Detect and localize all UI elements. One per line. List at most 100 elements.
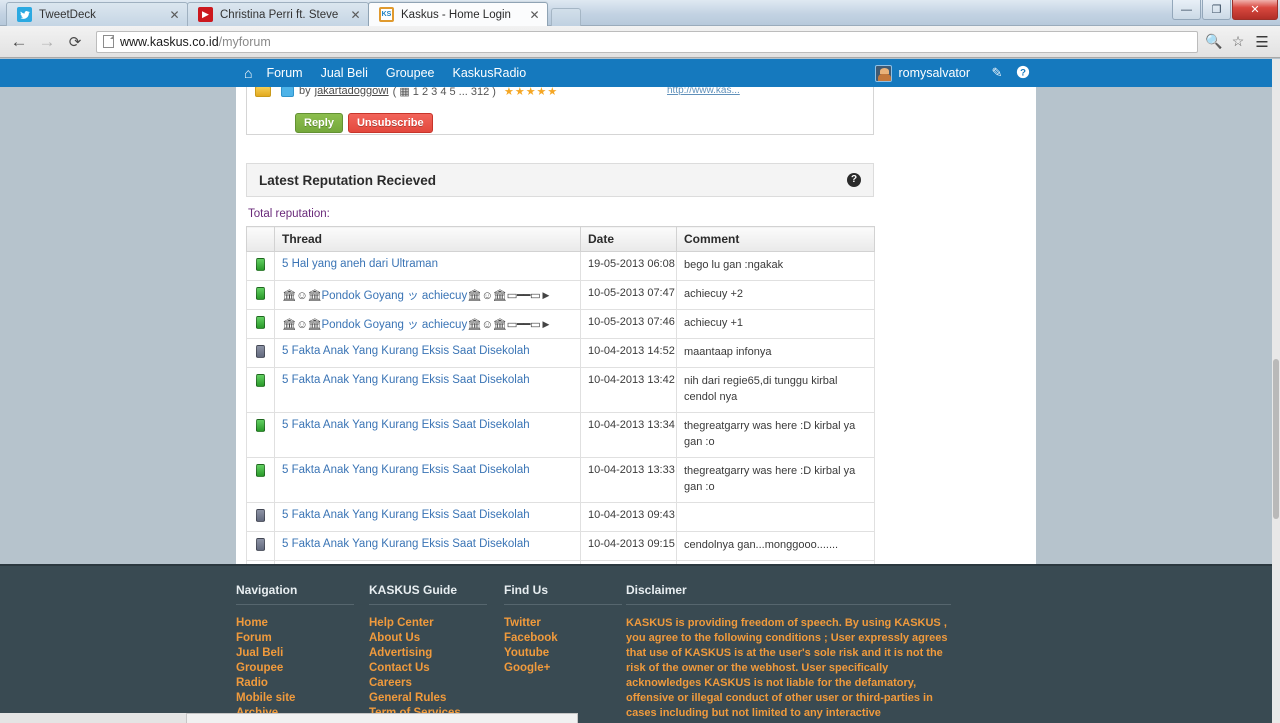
browser-tab-tweetdeck[interactable]: TweetDeck ✕	[6, 2, 188, 26]
nav-item-groupee[interactable]: Groupee	[386, 66, 435, 80]
date-cell: 10-04-2013 13:33	[580, 456, 677, 503]
footer-link-general-rules[interactable]: General Rules	[369, 691, 494, 706]
reputation-table: Thread Date Comment 5 Hal yang aneh dari…	[246, 226, 875, 590]
divider	[369, 604, 487, 605]
edit-pencil-icon[interactable]: ✎	[984, 65, 1010, 81]
divider	[236, 604, 354, 605]
thread-link[interactable]: 5 Fakta Anak Yang Kurang Eksis Saat Dise…	[282, 374, 530, 386]
thread-link[interactable]: 5 Fakta Anak Yang Kurang Eksis Saat Dise…	[282, 538, 530, 550]
thread-author-link[interactable]: jakartadoggowi	[315, 87, 389, 97]
page-info-icon[interactable]	[103, 35, 114, 48]
reputation-panel-header: Latest Reputation Recieved ?	[246, 163, 874, 197]
reload-button[interactable]: ⟳	[62, 29, 88, 55]
footer-link-about-us[interactable]: About Us	[369, 631, 494, 646]
footer-link-youtube[interactable]: Youtube	[504, 646, 616, 661]
site-navbar-inner: ⌂ Forum Jual Beli Groupee KaskusRadio ro…	[236, 59, 1036, 87]
close-icon[interactable]: ✕	[168, 8, 181, 21]
url-host: www.kaskus.co.id	[120, 34, 219, 49]
star-rating-icon: ★★★★★	[503, 87, 559, 98]
footer-heading-kaskus-guide: KASKUS Guide	[369, 583, 458, 597]
nav-item-kaskusradio[interactable]: KaskusRadio	[453, 66, 527, 80]
thread-external-link[interactable]: http://www.kas...	[667, 87, 740, 96]
new-tab-button[interactable]	[551, 8, 581, 26]
thread-by-label: by	[299, 87, 311, 97]
comment-cell: thegreatgarry was here :D kirbal ya gan …	[676, 456, 875, 503]
tab-title: Christina Perri ft. Steve Ka	[220, 8, 339, 21]
reputation-status-cell	[246, 309, 275, 339]
browser-tab-kaskus[interactable]: KS Kaskus - Home Login ✕	[368, 2, 548, 26]
avatar[interactable]	[875, 64, 893, 82]
reputation-gray-icon	[256, 537, 265, 551]
footer-link-contact-us[interactable]: Contact Us	[369, 661, 494, 676]
date-cell: 10-04-2013 13:34	[580, 411, 677, 458]
maximize-button[interactable]: ❐	[1202, 0, 1231, 20]
reply-button[interactable]: Reply	[295, 113, 343, 133]
footer-link-radio[interactable]: Radio	[236, 676, 359, 691]
browser-menu-icon[interactable]: ☰	[1250, 30, 1274, 54]
footer-link-twitter[interactable]: Twitter	[504, 616, 616, 631]
comment-cell: achiecuy +2	[676, 280, 875, 310]
comment-cell: nih dari regie65,di tunggu kirbal cendol…	[676, 367, 875, 413]
footer-link-help-center[interactable]: Help Center	[369, 616, 494, 631]
divider	[504, 604, 622, 605]
back-button[interactable]: ←	[6, 29, 32, 55]
thread-link[interactable]: 5 Fakta Anak Yang Kurang Eksis Saat Dise…	[282, 345, 530, 357]
thread-link[interactable]: 5 Hal yang aneh dari Ultraman	[282, 258, 438, 270]
nav-item-jual-beli[interactable]: Jual Beli	[321, 66, 368, 80]
date-cell: 10-05-2013 07:47	[580, 280, 677, 310]
thread-link[interactable]: 5 Fakta Anak Yang Kurang Eksis Saat Dise…	[282, 509, 530, 521]
vertical-scrollbar[interactable]	[1272, 59, 1280, 723]
help-icon[interactable]: ?	[1010, 65, 1036, 82]
search-icon[interactable]: 🔍	[1202, 30, 1226, 54]
column-header-comment: Comment	[676, 226, 875, 252]
thread-link[interactable]: Pondok Goyang ッ achiecuy	[321, 290, 467, 302]
footer-link-google-plus[interactable]: Google+	[504, 661, 616, 676]
navbar-user-area: romysalvator ✎ ?	[875, 64, 1036, 82]
bookmark-star-icon[interactable]: ☆	[1226, 30, 1250, 54]
panel-title: Latest Reputation Recieved	[259, 172, 437, 188]
reputation-table-body: 5 Hal yang aneh dari Ultraman 19-05-2013…	[246, 251, 875, 590]
comment-cell: cendolnya gan...monggooo.......	[676, 530, 875, 561]
footer-link-facebook[interactable]: Facebook	[504, 631, 616, 646]
table-header-row: Thread Date Comment	[246, 226, 875, 252]
date-cell: 10-04-2013 14:52	[580, 338, 677, 368]
thread-link[interactable]: Pondok Goyang ッ achiecuy	[321, 319, 467, 331]
thread-cell: 5 Fakta Anak Yang Kurang Eksis Saat Dise…	[274, 367, 581, 413]
reputation-gray-icon	[256, 345, 265, 358]
footer-link-advertising[interactable]: Advertising	[369, 646, 494, 661]
nav-item-forum[interactable]: Forum	[266, 66, 302, 80]
thread-link[interactable]: 5 Fakta Anak Yang Kurang Eksis Saat Dise…	[282, 419, 530, 431]
footer-link-home[interactable]: Home	[236, 616, 359, 631]
close-window-button[interactable]: ✕	[1232, 0, 1278, 20]
tab-title: TweetDeck	[39, 8, 96, 21]
unsubscribe-button[interactable]: Unsubscribe	[347, 113, 433, 133]
help-icon[interactable]: ?	[847, 173, 861, 187]
table-row: 5 Fakta Anak Yang Kurang Eksis Saat Dise…	[246, 338, 875, 368]
footer-link-forum[interactable]: Forum	[236, 631, 359, 646]
close-icon[interactable]: ✕	[349, 8, 362, 21]
close-icon[interactable]: ✕	[528, 8, 541, 21]
footer-column-kaskus-guide: KASKUS Guide Help Center About Us Advert…	[369, 583, 504, 723]
footer-link-mobile-site[interactable]: Mobile site	[236, 691, 359, 706]
table-row: 5 Fakta Anak Yang Kurang Eksis Saat Dise…	[246, 501, 875, 532]
column-header-date: Date	[580, 226, 677, 252]
table-row: 🏛☺🏛Pondok Goyang ッ achiecuy🏛☺🏛▭━━▭► 10-0…	[246, 280, 875, 310]
tab-title: Kaskus - Home Login	[401, 8, 511, 21]
thread-decor-suffix: 🏛☺🏛▭━━▭►	[467, 319, 552, 331]
address-bar[interactable]: www.kaskus.co.id/myforum	[96, 30, 1198, 53]
footer-link-careers[interactable]: Careers	[369, 676, 494, 691]
thread-pagination[interactable]: ( ▦ 1 2 3 4 5 ... 312 )	[393, 87, 496, 98]
comment-cell: maantaap infonya	[676, 338, 875, 368]
window-controls: — ❐ ✕	[1171, 0, 1280, 21]
scrollbar-thumb[interactable]	[1273, 359, 1279, 519]
minimize-button[interactable]: —	[1172, 0, 1201, 20]
thread-link[interactable]: 5 Fakta Anak Yang Kurang Eksis Saat Dise…	[282, 464, 530, 476]
browser-tab-youtube[interactable]: ▶ Christina Perri ft. Steve Ka ✕	[187, 2, 369, 26]
footer-link-groupee[interactable]: Groupee	[236, 661, 359, 676]
home-icon[interactable]: ⌂	[244, 66, 252, 80]
disclaimer-text: KASKUS is providing freedom of speech. B…	[626, 617, 948, 723]
reputation-green-icon	[256, 258, 265, 271]
username-label[interactable]: romysalvator	[898, 66, 970, 80]
footer-link-jual-beli[interactable]: Jual Beli	[236, 646, 359, 661]
forward-button[interactable]: →	[34, 29, 60, 55]
